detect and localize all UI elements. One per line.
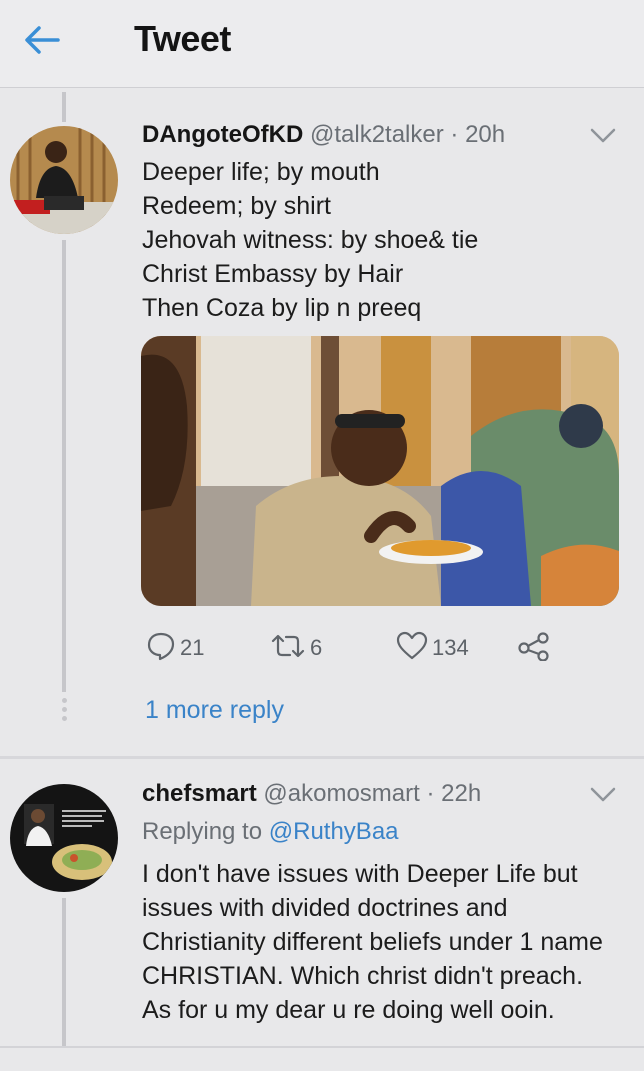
replying-label: Replying to (142, 818, 263, 845)
like-icon (396, 631, 428, 666)
like-button[interactable]: 134 (396, 628, 469, 668)
separator-dot: · (450, 121, 459, 148)
share-icon (518, 631, 550, 666)
divider (0, 756, 644, 759)
tweet-text: Deeper life; by mouth Redeem; by shirt J… (142, 155, 478, 325)
bottom-divider (0, 1046, 644, 1048)
reply-button[interactable]: 21 (146, 628, 204, 668)
tweet-line: Redeem; by shirt (142, 192, 331, 220)
tweet-line: CHRISTIAN. Which christ didn't preach. (142, 962, 584, 990)
reply-count: 21 (180, 635, 205, 660)
retweet-count: 6 (310, 635, 323, 660)
tweet-line: I don't have issues with Deeper Life but (142, 860, 578, 888)
thread-line-bottom (62, 898, 66, 1046)
thread-line-top (62, 92, 66, 122)
timestamp[interactable]: 22h (441, 780, 481, 807)
tweet-header: DAngoteOfKD @talk2talker · 20h (142, 121, 505, 149)
replying-to: Replying to @RuthyBaa (142, 818, 399, 846)
user-handle[interactable]: @talk2talker (310, 121, 444, 148)
avatar[interactable] (10, 784, 118, 892)
tweet-line: Deeper life; by mouth (142, 158, 380, 186)
tweet-header: chefsmart @akomosmart · 22h (142, 780, 481, 808)
share-button[interactable] (518, 628, 550, 668)
page-title: Tweet (134, 18, 231, 59)
tweet-media-image[interactable] (141, 336, 619, 606)
reply-icon (146, 631, 176, 666)
tweet-line: As for u my dear u re doing well ooin. (142, 996, 555, 1024)
display-name[interactable]: DAngoteOfKD (142, 121, 303, 148)
timestamp[interactable]: 20h (465, 121, 505, 148)
separator-dot: · (426, 780, 435, 807)
top-bar: Tweet (0, 0, 644, 88)
display-name[interactable]: chefsmart (142, 780, 257, 807)
like-count: 134 (432, 635, 469, 660)
tweet-line: Christianity different beliefs under 1 n… (142, 928, 603, 956)
more-replies-link[interactable]: 1 more reply (145, 696, 284, 725)
thread-line (62, 240, 66, 692)
tweet-line: Then Coza by lip n preeq (142, 294, 422, 322)
user-handle[interactable]: @akomosmart (263, 780, 419, 807)
tweet-line: Jehovah witness: by shoe& tie (142, 226, 479, 254)
tweet-line: issues with divided doctrines and (142, 894, 508, 922)
chevron-down-icon[interactable] (590, 787, 616, 803)
chevron-down-icon[interactable] (590, 128, 616, 144)
replying-handle-link[interactable]: @RuthyBaa (269, 818, 399, 845)
thread-dots (59, 698, 69, 724)
avatar[interactable] (10, 126, 118, 234)
back-arrow-icon[interactable] (22, 20, 62, 60)
retweet-button[interactable]: 6 (270, 628, 322, 668)
retweet-icon (270, 631, 306, 666)
tweet-line: Christ Embassy by Hair (142, 260, 404, 288)
tweet-text: I don't have issues with Deeper Life but… (142, 857, 603, 1027)
